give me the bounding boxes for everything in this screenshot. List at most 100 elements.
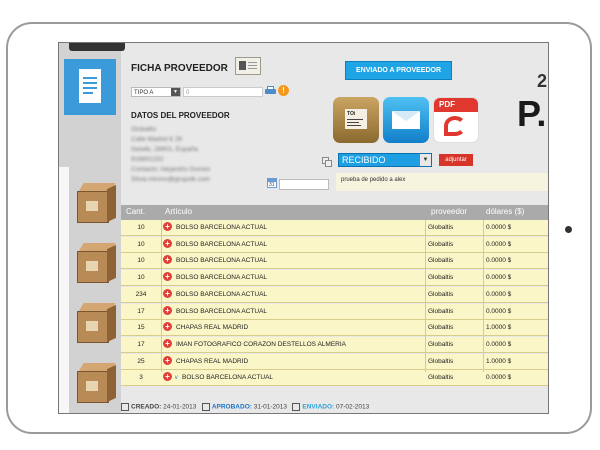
table-row[interactable]: 25 + CHAPAS REAL MADRID Globaltis 1.0000 $ (121, 353, 548, 370)
remove-item-icon[interactable]: + (163, 288, 172, 298)
app-screen: FICHA PROVEEDOR ENVIADO A PROVEEDOR 2 P.… (58, 42, 549, 414)
pdf-label: PDF (434, 98, 478, 112)
order-number-fragment: 2 (537, 71, 548, 91)
row-price: 0.0000 $ (486, 307, 512, 315)
remove-item-icon[interactable]: + (163, 372, 172, 382)
row-article: CHAPAS REAL MADRID (176, 324, 249, 332)
copy-icon[interactable] (322, 157, 332, 167)
row-qty: 10 (137, 274, 145, 282)
row-provider: Globaltis (428, 224, 454, 231)
provider-address: Globaltis Calle Madrid 8 26 Getafe, 2890… (131, 125, 211, 185)
order-code-fragment: P. (517, 93, 547, 134)
remove-item-icon[interactable]: + (163, 305, 172, 315)
calendar-icon[interactable]: 31 (267, 178, 277, 188)
column-divider (161, 220, 162, 372)
remove-item-icon[interactable]: + (163, 238, 172, 248)
sent-label: ENVIADO: (302, 403, 335, 411)
table-row[interactable]: 15 + CHAPAS REAL MADRID Globaltis 1.0000 $ (121, 320, 548, 337)
date-input[interactable] (279, 179, 329, 190)
table-row[interactable]: 17 + IMAN FOTOGRAFICO CORAZON DESTELLOS AL… (121, 336, 548, 353)
document-icon (201, 403, 210, 411)
row-price: 0.0000 $ (486, 274, 512, 282)
remove-item-icon[interactable]: + (163, 322, 172, 332)
row-article: BOLSO BARCELONA ACTUAL (176, 240, 268, 248)
provider-address-line: Calle Madrid 8 26 (131, 136, 182, 143)
row-qty: 10 (137, 240, 145, 248)
package-icon[interactable] (77, 183, 117, 223)
row-qty: 17 (137, 340, 145, 348)
table-row[interactable]: 10 + BOLSO BARCELONA ACTUAL Globaltis 0.0000… (121, 236, 548, 253)
table-row[interactable]: 10 + BOLSO BARCELONA ACTUAL Globaltis 0.0000… (121, 270, 548, 287)
status-select[interactable]: RECIBIDO ▼ (338, 153, 432, 167)
pdf-icon[interactable]: PDF (433, 97, 479, 143)
row-qty: 15 (137, 324, 145, 332)
row-article: IMAN FOTOGRAFICO CORAZON DESTELLOS ALMER… (176, 340, 346, 348)
remove-item-icon[interactable]: + (163, 222, 172, 231)
row-article: CHAPAS REAL MADRID (176, 357, 249, 365)
header-usd[interactable]: dólares ($) (486, 207, 524, 216)
row-qty: 10 (137, 224, 145, 231)
package-icon[interactable] (77, 243, 117, 283)
table-row[interactable]: 3 + ∨ BOLSO BARCELONA ACTUAL Globaltis 0.0000… (121, 370, 548, 387)
header-article[interactable]: Artículo (165, 207, 192, 216)
table-row[interactable]: 10 + BOLSO BARCELONA ACTUAL Globaltis 0.0000… (121, 220, 548, 236)
row-price: 0.0000 $ (486, 290, 512, 298)
sidebar-strip (59, 167, 69, 413)
column-divider (483, 220, 484, 372)
row-article: BOLSO BARCELONA ACTUAL (182, 374, 274, 382)
note-field[interactable]: prueba de pedido a alex (336, 173, 548, 191)
approved-label: APROBADO: (211, 403, 252, 411)
printer-icon[interactable] (265, 86, 276, 96)
provider-contact: Contacto: Alejandro Gomez (131, 166, 211, 173)
row-price: 0.0000 $ (486, 240, 512, 248)
alert-icon[interactable]: ! (278, 85, 289, 96)
document-icon[interactable] (64, 59, 116, 115)
tipo-select[interactable]: TIPO A ▼ (131, 87, 181, 97)
document-icon (121, 403, 129, 411)
row-provider: Globaltis (428, 240, 454, 248)
package-icon[interactable] (77, 363, 117, 403)
created-date: 24-01-2013 (163, 403, 197, 411)
sent-date: 07-02-2013 (336, 403, 370, 411)
home-button[interactable] (565, 226, 572, 233)
table-row[interactable]: 234 + BOLSO BARCELONA ACTUAL Globaltis 0.000… (121, 286, 548, 303)
row-price: 1.0000 $ (486, 324, 512, 332)
remove-item-icon[interactable]: + (163, 338, 172, 348)
table-row[interactable]: 17 + BOLSO BARCELONA ACTUAL Globaltis 0.0000… (121, 303, 548, 320)
remove-item-icon[interactable]: + (163, 272, 172, 282)
mail-icon[interactable] (383, 97, 429, 143)
table-row[interactable]: 10 + BOLSO BARCELONA ACTUAL Globaltis 0.0000… (121, 253, 548, 270)
attach-button[interactable]: adjuntar (439, 154, 473, 166)
remove-item-icon[interactable]: + (163, 355, 172, 365)
row-price: 0.0000 $ (486, 224, 512, 231)
row-article: BOLSO BARCELONA ACTUAL (176, 274, 268, 282)
provider-section-title: DATOS DEL PROVEEDOR (131, 111, 230, 120)
row-article: BOLSO BARCELONA ACTUAL (176, 290, 268, 298)
shipping-label-app-icon[interactable]: TOi (333, 97, 379, 143)
number-input[interactable]: 0 (183, 87, 263, 97)
package-icon[interactable] (77, 303, 117, 343)
remove-item-icon[interactable]: + (163, 255, 172, 265)
provider-address-line: Getafe, 28901, España (131, 146, 198, 153)
row-price: 1.0000 $ (486, 357, 512, 365)
created-label: CREADO: (131, 403, 162, 411)
row-qty: 25 (137, 357, 145, 365)
approved-date: 31-01-2013 (253, 403, 287, 411)
left-sidebar (59, 43, 125, 413)
chevron-down-icon[interactable]: ▼ (171, 88, 180, 96)
header-provider[interactable]: proveedor (431, 207, 467, 216)
document-icon (292, 403, 301, 411)
main-content: FICHA PROVEEDOR ENVIADO A PROVEEDOR 2 P.… (121, 43, 548, 413)
header-qty[interactable]: Cant. (126, 207, 145, 216)
row-qty: 234 (135, 290, 147, 298)
id-card-icon[interactable] (235, 57, 261, 75)
chevron-down-icon[interactable]: ∨ (174, 374, 178, 381)
row-qty: 17 (137, 307, 145, 315)
page-title: FICHA PROVEEDOR (131, 63, 228, 74)
row-provider: Globaltis (428, 340, 454, 348)
tipo-selected-value: TIPO A (134, 90, 154, 96)
row-provider: Globaltis (428, 357, 454, 365)
send-to-provider-button[interactable]: ENVIADO A PROVEEDOR (345, 61, 452, 80)
row-provider: Globaltis (428, 290, 454, 298)
chevron-down-icon[interactable]: ▼ (420, 154, 431, 166)
